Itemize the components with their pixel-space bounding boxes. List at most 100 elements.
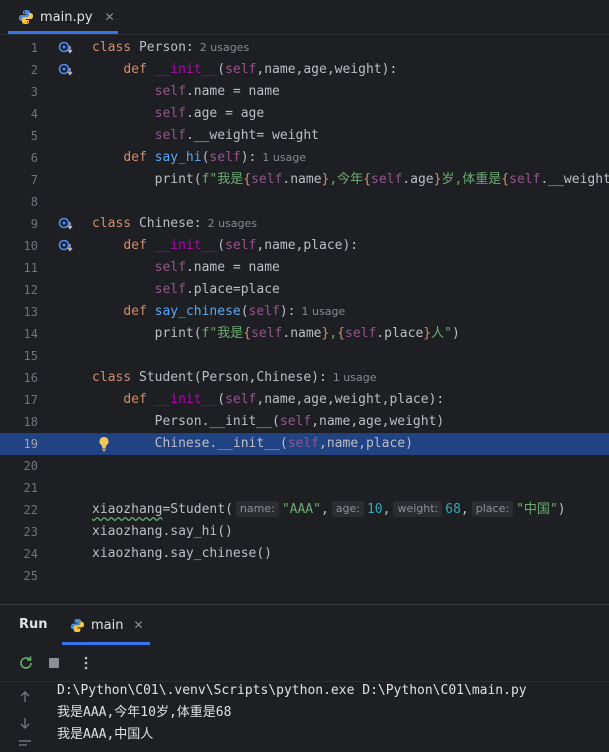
run-tab-main[interactable]: main ✕: [70, 605, 144, 645]
run-console[interactable]: D:\Python\C01\.venv\Scripts\python.exe D…: [0, 682, 609, 749]
code-text: xiaozhang=Student(name: "AAA", age: 10, weig…: [92, 501, 566, 517]
code-text: def say_chinese(self): 1 usage: [123, 304, 346, 319]
code-text: self.place=place: [154, 282, 280, 297]
code-line: 16 class Student(Person,Chinese): 1 usage: [0, 367, 609, 389]
code-line: 9 class Chinese: 2 usages: [0, 213, 609, 235]
usages-hint[interactable]: 2 usages: [208, 217, 257, 230]
code-line: 3 self.name = name: [0, 81, 609, 103]
editor-tab-main-py[interactable]: main.py ✕: [8, 0, 125, 34]
rerun-icon[interactable]: [18, 655, 34, 671]
line-number: 15: [23, 349, 38, 363]
line-number: 25: [23, 569, 38, 583]
code-text: class Chinese: 2 usages: [92, 216, 258, 231]
line-number: 3: [30, 85, 38, 99]
code-text: def __init__(self,name,place):: [123, 238, 359, 253]
console-line: D:\Python\C01\.venv\Scripts\python.exe D…: [57, 683, 527, 698]
console-line: 我是AAA,今年10岁,体重是68: [57, 705, 232, 720]
line-number: 17: [23, 393, 38, 407]
code-line: 17 def __init__(self,name,age,weight,pla…: [0, 389, 609, 411]
line-number: 8: [30, 195, 38, 209]
run-tab-label: main: [91, 617, 124, 633]
line-number: 16: [23, 371, 38, 385]
code-line: 13 def say_chinese(self): 1 usage: [0, 301, 609, 323]
line-number: 7: [30, 173, 38, 187]
line-number: 9: [30, 217, 38, 231]
code-line: 7 print(f"我是{self.name},今年{self.age}岁,体重…: [0, 169, 609, 191]
line-number: 2: [30, 63, 38, 77]
code-text: self.name = name: [154, 84, 280, 99]
override-down-icon[interactable]: [58, 239, 74, 253]
code-line: 22 xiaozhang=Student(name: "AAA", age: 10, w…: [0, 499, 609, 521]
arrow-down-icon[interactable]: [18, 716, 32, 730]
param-hint: weight:: [393, 501, 443, 517]
override-down-icon[interactable]: [58, 63, 74, 77]
code-line: 15: [0, 345, 609, 367]
run-toolbar: [0, 645, 609, 682]
console-line: 我是AAA,中国人: [57, 727, 154, 742]
code-text: self.age = age: [154, 106, 265, 121]
code-text: Person.__init__(self,name,age,weight): [154, 414, 445, 429]
code-text: def __init__(self,name,age,weight):: [123, 62, 398, 77]
code-line-current: 19 Chinese.__init__(self,name,place): [0, 433, 609, 455]
code-line: 14 print(f"我是{self.name},{self.place}人"): [0, 323, 609, 345]
editor-tab-bar: main.py ✕: [0, 0, 609, 35]
usages-hint[interactable]: 1 usage: [302, 305, 346, 318]
usages-hint[interactable]: 1 usage: [262, 151, 306, 164]
code-text: def say_hi(self): 1 usage: [123, 150, 307, 165]
wrap-lines-icon[interactable]: [18, 738, 32, 752]
line-number: 19: [23, 437, 38, 451]
code-line: 11 self.name = name: [0, 257, 609, 279]
code-line: 1 class Person: 2 usages: [0, 37, 609, 59]
line-number: 6: [30, 151, 38, 165]
param-hint: age:: [331, 501, 364, 517]
python-file-icon: [19, 10, 33, 24]
param-hint: name:: [235, 501, 279, 517]
stop-icon[interactable]: [46, 655, 62, 671]
code-line: 10 def __init__(self,name,place):: [0, 235, 609, 257]
code-line: 4 self.age = age: [0, 103, 609, 125]
line-number: 18: [23, 415, 38, 429]
code-text: class Student(Person,Chinese): 1 usage: [92, 370, 377, 385]
implemented-down-icon[interactable]: [58, 41, 74, 55]
editor-tab-label: main.py: [40, 9, 93, 25]
code-line: 6 def say_hi(self): 1 usage: [0, 147, 609, 169]
more-options-icon[interactable]: [78, 655, 94, 671]
line-number: 22: [23, 503, 38, 517]
code-text: class Person: 2 usages: [92, 40, 250, 55]
line-number: 20: [23, 459, 38, 473]
line-number: 10: [23, 239, 38, 253]
code-text: Chinese.__init__(self,name,place): [154, 436, 413, 451]
code-text: print(f"我是{self.name},今年{self.age}岁,体重是{…: [123, 172, 609, 187]
close-icon[interactable]: ✕: [133, 618, 143, 632]
line-number: 21: [23, 481, 38, 495]
code-text: self.__weight= weight: [154, 128, 319, 143]
line-number: 11: [23, 261, 38, 275]
close-icon[interactable]: ✕: [105, 10, 115, 24]
code-text: def __init__(self,name,age,weight,place)…: [123, 392, 445, 407]
usages-hint[interactable]: 2 usages: [200, 41, 249, 54]
line-number: 23: [23, 525, 38, 539]
arrow-up-icon[interactable]: [18, 690, 32, 704]
code-editor[interactable]: 1 class Person: 2 usages 2 def __init__(s…: [0, 36, 609, 602]
run-title: Run: [19, 617, 48, 632]
implemented-down-icon[interactable]: [58, 217, 74, 231]
code-line: 24 xiaozhang.say_chinese(): [0, 543, 609, 565]
run-tool-window-header: Run main ✕: [0, 604, 609, 645]
code-line: 18 Person.__init__(self,name,age,weight): [0, 411, 609, 433]
active-tab-indicator: [8, 31, 118, 34]
code-line: 2 def __init__(self,name,age,weight):: [0, 59, 609, 81]
line-number: 5: [30, 129, 38, 143]
code-line: 8: [0, 191, 609, 213]
code-line: 21: [0, 477, 609, 499]
code-line: 23 xiaozhang.say_hi(): [0, 521, 609, 543]
line-number: 4: [30, 107, 38, 121]
usages-hint[interactable]: 1 usage: [333, 371, 377, 384]
code-line: 5 self.__weight= weight: [0, 125, 609, 147]
code-line: 12 self.place=place: [0, 279, 609, 301]
code-line: 20: [0, 455, 609, 477]
line-number: 24: [23, 547, 38, 561]
line-number: 1: [30, 41, 38, 55]
code-text: xiaozhang.say_hi(): [92, 524, 233, 539]
line-number: 12: [23, 283, 38, 297]
code-text: xiaozhang.say_chinese(): [92, 546, 273, 561]
